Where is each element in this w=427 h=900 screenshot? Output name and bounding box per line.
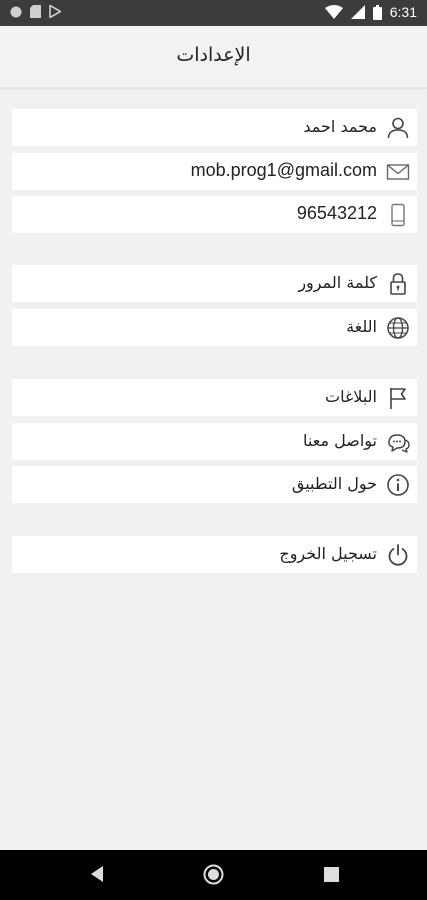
home-icon[interactable] (203, 864, 224, 885)
profile-name-row[interactable]: محمد احمد (12, 109, 417, 146)
status-time: 6:31 (389, 4, 417, 20)
profile-phone-row[interactable]: 96543212 (12, 196, 417, 233)
mail-icon (386, 164, 410, 180)
profile-email-row[interactable]: mob.prog1@gmail.com (12, 153, 417, 190)
flag-icon (390, 388, 406, 409)
profile-name: محمد احمد (303, 117, 377, 136)
system-nav-bar (0, 850, 427, 900)
user-icon (387, 117, 409, 139)
password-label: كلمة المرور (298, 273, 377, 292)
contact-label: تواصل معنا (303, 431, 377, 450)
back-icon[interactable] (89, 865, 105, 883)
logout-row[interactable]: تسجيل الخروج (12, 536, 417, 573)
contact-row[interactable]: تواصل معنا (12, 423, 417, 460)
notification-dot-icon (10, 6, 22, 17)
mobile-phone-icon (391, 203, 405, 227)
signal-icon (350, 5, 365, 19)
password-row[interactable]: كلمة المرور (12, 265, 417, 302)
status-notifications (10, 5, 61, 18)
language-label: اللغة (346, 317, 377, 336)
about-row[interactable]: حول التطبيق (12, 466, 417, 503)
lock-icon (390, 273, 406, 295)
play-store-icon (49, 5, 61, 18)
page-title: الإعدادات (176, 44, 251, 66)
globe-icon (387, 317, 409, 339)
status-bar: 6:31 (0, 0, 427, 26)
info-icon (387, 474, 409, 496)
reports-row[interactable]: البلاغات (12, 379, 417, 416)
status-system: 6:31 (324, 4, 417, 20)
logout-label: تسجيل الخروج (279, 544, 377, 563)
about-label: حول التطبيق (291, 474, 377, 493)
profile-phone: 96543212 (296, 203, 377, 223)
battery-icon (372, 4, 382, 20)
app-bar: الإعدادات (0, 26, 427, 88)
profile-email: mob.prog1@gmail.com (190, 160, 377, 180)
wifi-icon (324, 5, 343, 19)
sd-card-icon (30, 5, 41, 18)
chat-bubbles-icon (388, 434, 410, 453)
recents-icon[interactable] (324, 867, 339, 882)
reports-label: البلاغات (325, 387, 377, 406)
language-row[interactable]: اللغة (12, 309, 417, 346)
power-icon (388, 544, 408, 566)
